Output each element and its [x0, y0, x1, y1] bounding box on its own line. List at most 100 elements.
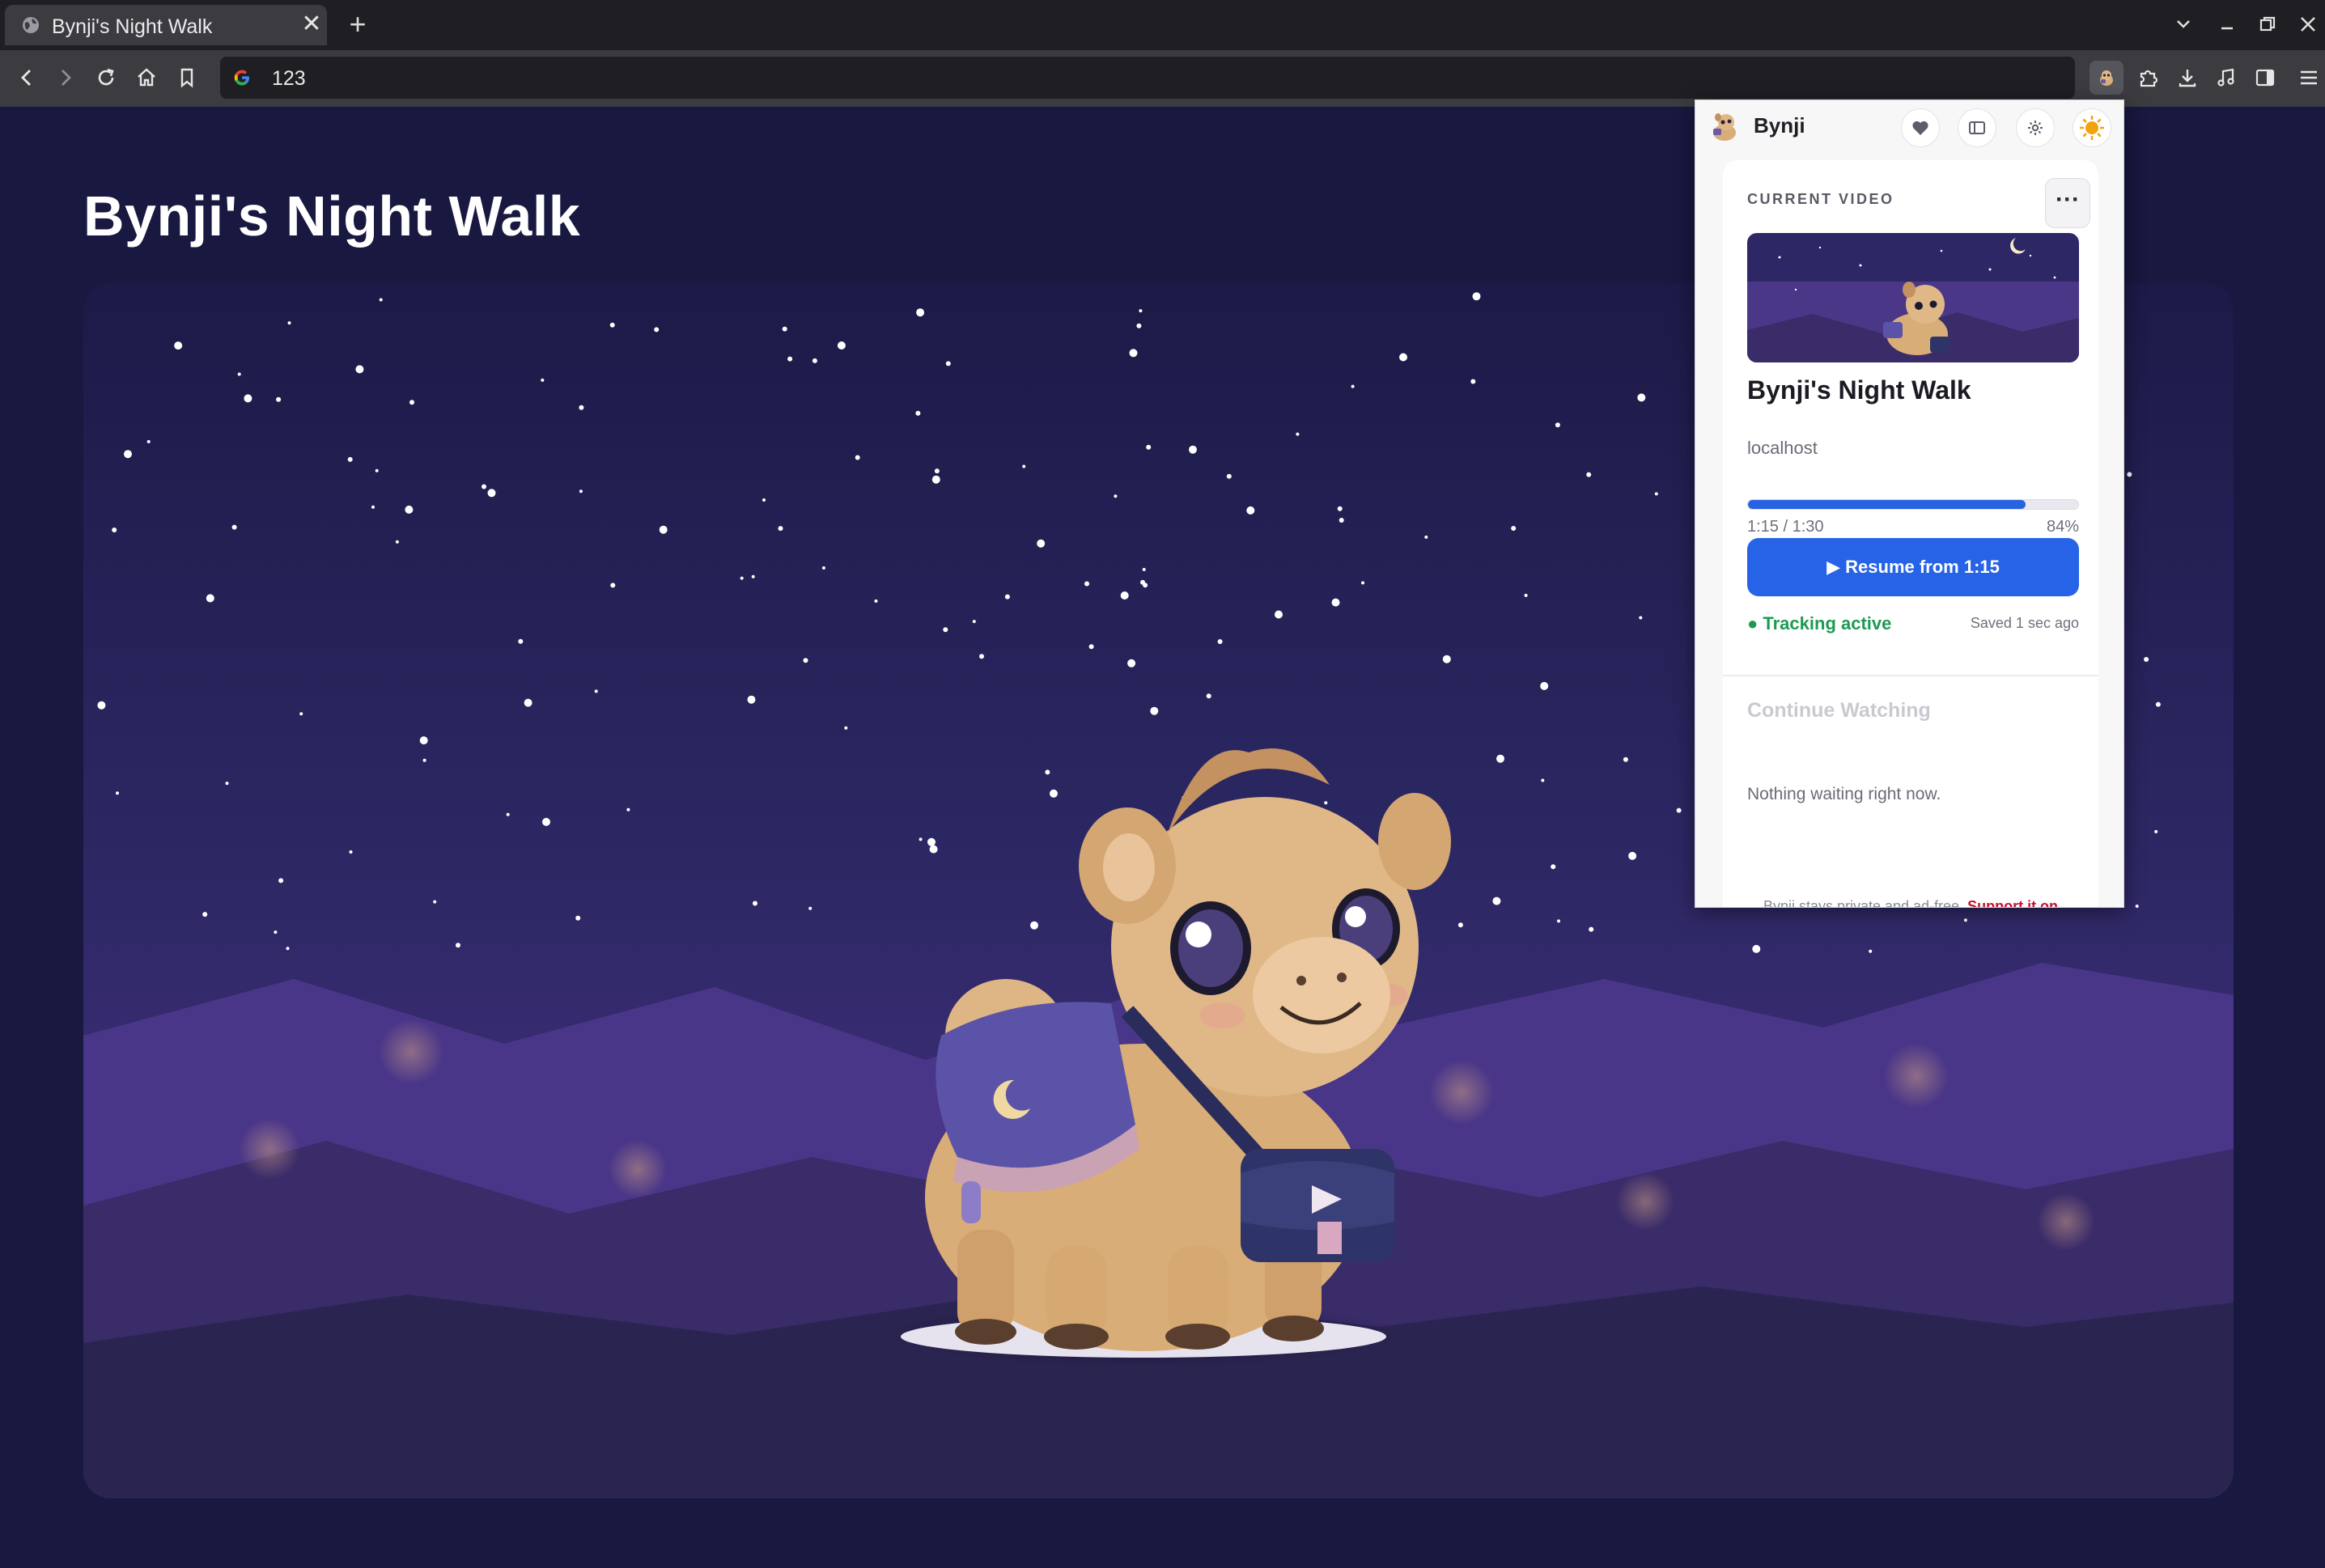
home-button[interactable]: [129, 61, 163, 95]
menu-button[interactable]: [2292, 61, 2325, 95]
star: [124, 450, 132, 459]
resume-button[interactable]: ▶ Resume from 1:15: [1747, 538, 2079, 596]
open-sidebar-button[interactable]: [1958, 108, 1996, 147]
sidebar-toggle-button[interactable]: [2248, 61, 2282, 95]
gear-icon: [2028, 121, 2043, 135]
star: [844, 726, 848, 730]
new-tab-button[interactable]: +: [343, 7, 372, 41]
minimize-icon[interactable]: [2211, 8, 2243, 40]
reload-button[interactable]: [89, 61, 123, 95]
star: [405, 505, 414, 514]
star: [945, 361, 951, 367]
settings-button[interactable]: [2016, 108, 2055, 147]
heart-icon: [1912, 121, 1928, 135]
star: [349, 850, 353, 854]
star: [1189, 445, 1197, 454]
star: [575, 915, 581, 921]
star: [2135, 905, 2139, 908]
sidebar-icon: [2255, 69, 2275, 87]
star: [762, 498, 766, 502]
star: [929, 845, 938, 854]
star: [1470, 379, 1476, 384]
navigation-toolbar: 123: [0, 50, 2325, 107]
support-link[interactable]: Support it on: [1967, 898, 2058, 907]
star: [1088, 644, 1094, 650]
star: [1296, 432, 1300, 436]
star: [1589, 926, 1594, 932]
star: [855, 455, 860, 460]
sun-icon: [2080, 116, 2104, 140]
music-note-icon: [2217, 68, 2234, 87]
star: [778, 526, 783, 532]
star: [782, 326, 787, 332]
star: [487, 489, 496, 498]
star: [1551, 864, 1556, 870]
star: [1540, 681, 1549, 690]
star: [1623, 756, 1628, 762]
thumbnail-image: [1747, 233, 2079, 362]
extensions-button[interactable]: [2132, 61, 2166, 95]
restore-icon[interactable]: [2251, 8, 2284, 40]
star: [1129, 349, 1138, 358]
back-button[interactable]: [10, 61, 44, 95]
bookmark-icon: [180, 68, 193, 88]
star: [610, 583, 616, 588]
tab-list-chevron-icon[interactable]: [2167, 8, 2200, 40]
bynji-extension-button[interactable]: [2090, 61, 2123, 95]
address-bar[interactable]: 123: [220, 57, 2075, 99]
more-options-button[interactable]: ···: [2045, 178, 2090, 228]
media-controls-button[interactable]: [2209, 61, 2243, 95]
star: [1139, 309, 1143, 313]
close-tab-icon[interactable]: ✕: [299, 11, 324, 37]
theme-toggle-button[interactable]: [2073, 108, 2111, 147]
star: [812, 358, 817, 363]
star: [915, 410, 921, 416]
star: [747, 695, 756, 704]
camel-icon: [2100, 70, 2113, 86]
footer-note: Bynji stays private and ad-free. Support…: [1723, 898, 2098, 907]
bookmark-button[interactable]: [170, 61, 204, 95]
page-title: Bynji's Night Walk: [83, 184, 581, 248]
current-video-card: CURRENT VIDEO ··· Bynji's Night Walk loc…: [1723, 160, 2098, 907]
star: [1142, 567, 1146, 571]
browser-tab[interactable]: Bynji's Night Walk ✕: [5, 5, 327, 45]
downloads-button[interactable]: [2170, 61, 2204, 95]
star: [874, 599, 878, 603]
forward-button[interactable]: [49, 61, 83, 95]
star: [518, 638, 524, 644]
star: [244, 394, 252, 403]
star: [1022, 464, 1026, 468]
bynji-logo-icon: [1713, 113, 1736, 141]
star: [1676, 807, 1682, 813]
star: [979, 654, 984, 659]
star: [146, 439, 151, 443]
star: [1004, 594, 1010, 600]
progress-time: 1:15 / 1:30: [1747, 518, 1824, 536]
star: [740, 576, 744, 580]
globe-icon: [23, 17, 39, 33]
star: [1114, 494, 1118, 498]
tab-title: Bynji's Night Walk: [52, 15, 213, 38]
star: [803, 658, 808, 663]
star: [2154, 829, 2158, 833]
star: [409, 400, 414, 405]
back-arrow-icon: [21, 70, 31, 86]
star: [2155, 701, 2161, 707]
star: [1557, 919, 1560, 923]
star: [1136, 323, 1142, 328]
reload-icon: [98, 68, 114, 86]
close-window-icon[interactable]: [2292, 8, 2324, 40]
favorite-button[interactable]: [1901, 108, 1940, 147]
star: [1337, 506, 1343, 511]
star: [482, 484, 486, 489]
star: [787, 356, 793, 362]
video-thumbnail[interactable]: [1747, 233, 2079, 362]
star: [375, 468, 379, 473]
star: [1869, 949, 1873, 953]
google-icon: [234, 70, 249, 86]
star: [1492, 896, 1501, 905]
video-host: localhost: [1747, 438, 1818, 458]
star: [1361, 581, 1364, 585]
continue-watching-title: Continue Watching: [1747, 699, 1931, 722]
star: [916, 308, 925, 317]
